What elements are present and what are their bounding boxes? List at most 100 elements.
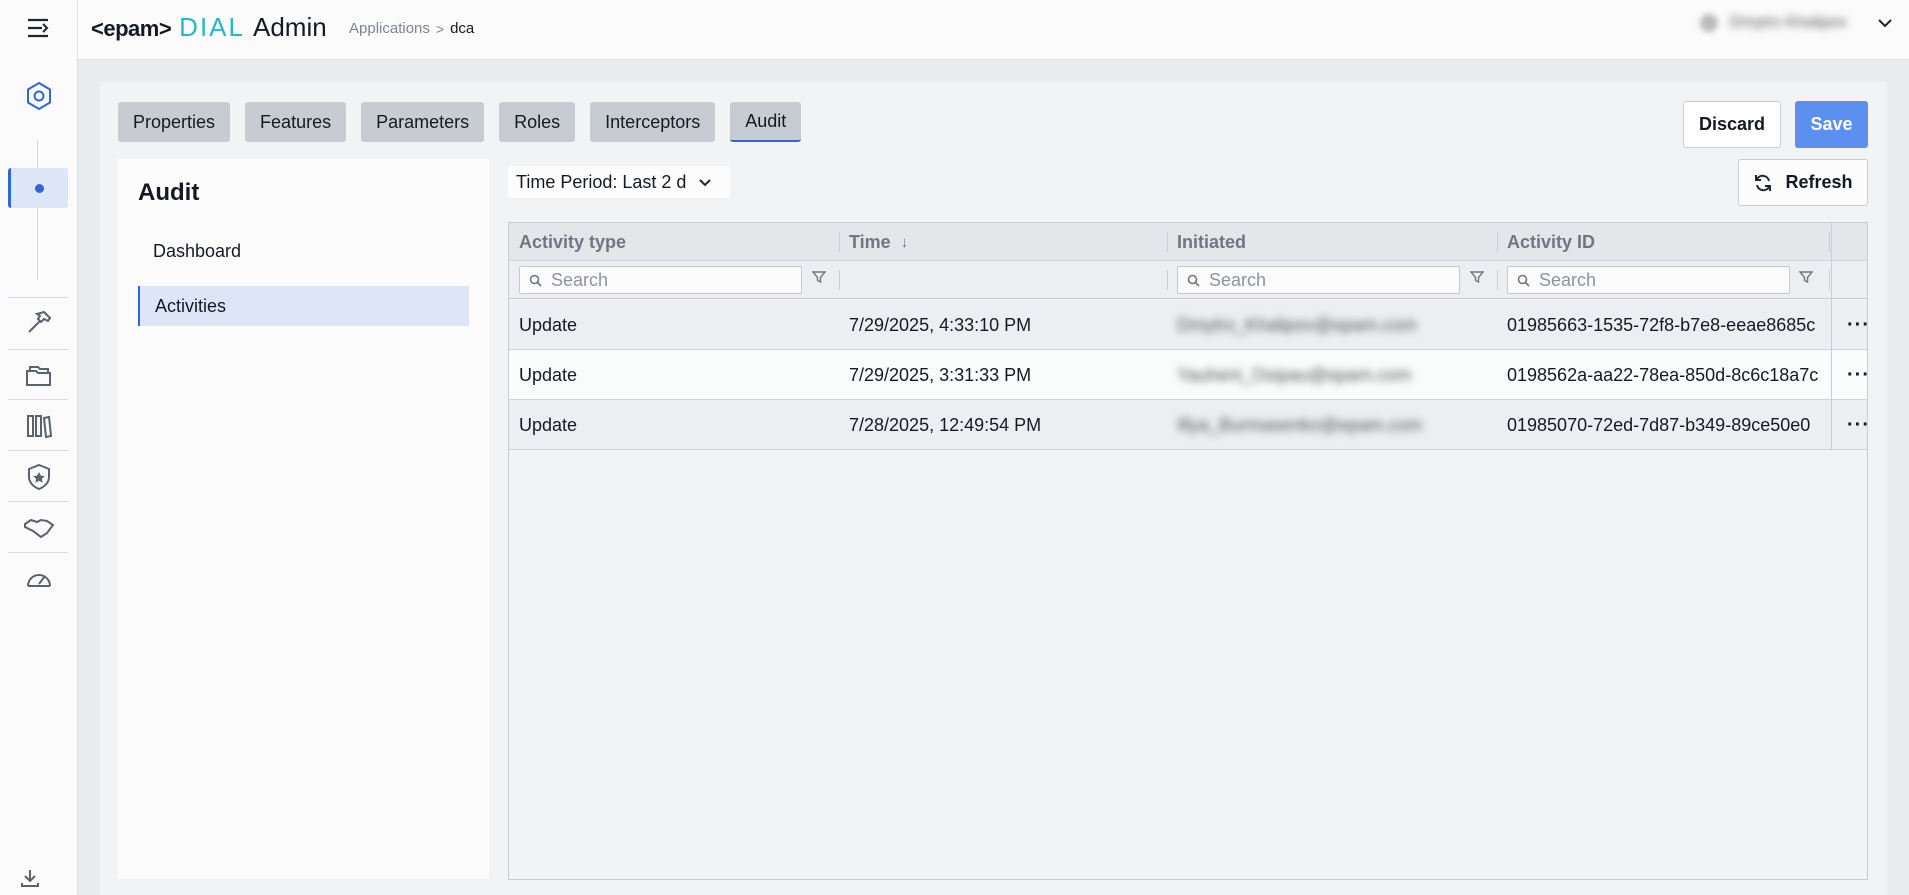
cell-time: 7/29/2025, 4:33:10 PM <box>849 314 1032 335</box>
sidebar-item-dashboard[interactable]: Dashboard <box>138 231 469 271</box>
row-menu-icon[interactable]: ··· <box>1847 300 1870 350</box>
table-row[interactable]: Update 7/29/2025, 3:31:33 PM Yauheni_Osi… <box>509 350 1870 400</box>
cell-activity-type: Update <box>519 414 578 435</box>
user-name: Dmytro Khalipov <box>1729 14 1847 31</box>
cell-activity-type: Update <box>519 364 578 385</box>
discard-button[interactable]: Discard <box>1683 101 1781 148</box>
save-button[interactable]: Save <box>1795 101 1868 148</box>
chevron-down-icon <box>699 178 712 186</box>
breadcrumb: Applications > dca <box>349 20 474 37</box>
search-icon <box>529 274 542 287</box>
gauge-icon[interactable] <box>19 560 59 596</box>
column-time[interactable]: Time ↓ <box>849 223 908 261</box>
activity-type-search-input[interactable]: Search <box>519 266 802 294</box>
column-activity-id[interactable]: Activity ID <box>1507 223 1595 261</box>
user-menu[interactable]: Dmytro Khalipov <box>1699 14 1893 32</box>
initiated-search-input[interactable]: Search <box>1177 266 1460 294</box>
tab-interceptors[interactable]: Interceptors <box>590 102 716 142</box>
top-header: <epam> DIAL Admin Applications > dca Dmy… <box>78 0 1909 60</box>
active-dot-icon <box>35 183 44 193</box>
audit-sidebar: Audit Dashboard Activities <box>118 159 489 879</box>
column-initiated[interactable]: Initiated <box>1177 223 1246 261</box>
rail-divider <box>8 501 68 502</box>
time-period-select[interactable]: Time Period: Last 2 d <box>508 166 730 198</box>
rail-vertical-line <box>37 141 38 279</box>
left-rail <box>0 0 78 895</box>
row-menu-icon[interactable]: ··· <box>1847 400 1870 450</box>
folders-icon[interactable] <box>19 357 59 393</box>
time-period-value: Time Period: Last 2 d <box>516 171 687 192</box>
breadcrumb-current: dca <box>450 20 475 37</box>
column-activity-type[interactable]: Activity type <box>519 223 626 261</box>
column-resize-handle[interactable] <box>1829 232 1830 252</box>
actions-column-divider <box>1831 223 1832 450</box>
filter-funnel-icon[interactable] <box>812 270 826 284</box>
row-menu-icon[interactable]: ··· <box>1847 350 1870 400</box>
activity-id-search-input[interactable]: Search <box>1507 266 1790 294</box>
tab-features[interactable]: Features <box>245 102 347 142</box>
cell-activity-id: 0198562a-aa22-78ea-850d-8c6c18a7c <box>1507 364 1819 385</box>
application-hex-icon[interactable] <box>19 78 59 114</box>
cell-initiated: Yauheni_Osipau@epam.com <box>1177 364 1412 385</box>
rail-active-item[interactable] <box>8 168 68 208</box>
app-logo[interactable]: <epam> DIAL Admin <box>91 12 327 43</box>
column-divider <box>1829 270 1830 290</box>
filter-funnel-icon[interactable] <box>1470 270 1484 284</box>
sidebar-title: Audit <box>138 179 200 206</box>
tab-audit[interactable]: Audit <box>730 102 802 142</box>
breadcrumb-separator-icon: > <box>435 20 445 37</box>
tab-parameters[interactable]: Parameters <box>361 102 485 142</box>
filter-funnel-icon[interactable] <box>1799 270 1813 284</box>
column-resize-handle[interactable] <box>1167 232 1168 252</box>
search-icon <box>1517 274 1530 287</box>
search-icon <box>1187 274 1200 287</box>
search-placeholder: Search <box>1539 269 1597 290</box>
column-time-label: Time <box>849 231 891 252</box>
search-placeholder: Search <box>551 269 609 290</box>
logo-epam: <epam> <box>91 16 172 41</box>
column-divider <box>1167 270 1168 290</box>
hammer-icon[interactable] <box>19 305 59 341</box>
table-row[interactable]: Update 7/29/2025, 4:33:10 PM Dmytro_Khal… <box>509 300 1870 350</box>
rail-divider <box>8 297 68 298</box>
menu-toggle-icon[interactable] <box>22 14 54 42</box>
handshake-icon[interactable] <box>19 510 59 546</box>
cell-initiated: Illya_Burmasenko@epam.com <box>1177 414 1423 435</box>
logo-admin: Admin <box>252 12 327 42</box>
logo-dial: DIAL <box>179 12 245 42</box>
filter-row: Search Search Search <box>509 261 1867 299</box>
cell-activity-id: 01985663-1535-72f8-b7e8-eeae8685c <box>1507 314 1816 335</box>
tab-properties[interactable]: Properties <box>118 102 231 142</box>
tab-roles[interactable]: Roles <box>499 102 576 142</box>
shield-star-icon[interactable] <box>19 459 59 495</box>
refresh-button[interactable]: Refresh <box>1738 159 1868 206</box>
cell-activity-id: 01985070-72ed-7d87-b349-89ce50e0 <box>1507 414 1811 435</box>
column-divider <box>1497 270 1498 290</box>
chevron-down-icon <box>1878 19 1892 28</box>
refresh-label: Refresh <box>1785 172 1853 192</box>
cell-time: 7/28/2025, 12:49:54 PM <box>849 414 1042 435</box>
rail-divider <box>8 450 68 451</box>
download-icon[interactable] <box>10 866 50 890</box>
activities-table: Activity type Time ↓ Initiated Activity … <box>508 222 1870 880</box>
column-divider <box>839 270 840 290</box>
column-resize-handle[interactable] <box>1497 232 1498 252</box>
tab-bar: Properties Features Parameters Roles Int… <box>118 102 802 142</box>
sort-arrow-icon: ↓ <box>900 233 909 251</box>
rail-divider <box>8 399 68 400</box>
rail-divider <box>8 349 68 350</box>
main-content: Properties Features Parameters Roles Int… <box>100 82 1887 895</box>
rail-divider <box>8 552 68 553</box>
cell-initiated: Dmytro_Khalipov@epam.com <box>1177 314 1417 335</box>
table-row[interactable]: Update 7/28/2025, 12:49:54 PM Illya_Burm… <box>509 400 1870 450</box>
sidebar-item-activities[interactable]: Activities <box>138 286 469 326</box>
refresh-icon <box>1755 174 1772 191</box>
library-icon[interactable] <box>19 407 59 443</box>
column-resize-handle[interactable] <box>839 232 840 252</box>
cell-activity-type: Update <box>519 314 578 335</box>
table-header: Activity type Time ↓ Initiated Activity … <box>509 223 1867 261</box>
cell-time: 7/29/2025, 3:31:33 PM <box>849 364 1032 385</box>
breadcrumb-applications[interactable]: Applications <box>349 20 430 37</box>
search-placeholder: Search <box>1209 269 1267 290</box>
avatar <box>1699 14 1718 32</box>
